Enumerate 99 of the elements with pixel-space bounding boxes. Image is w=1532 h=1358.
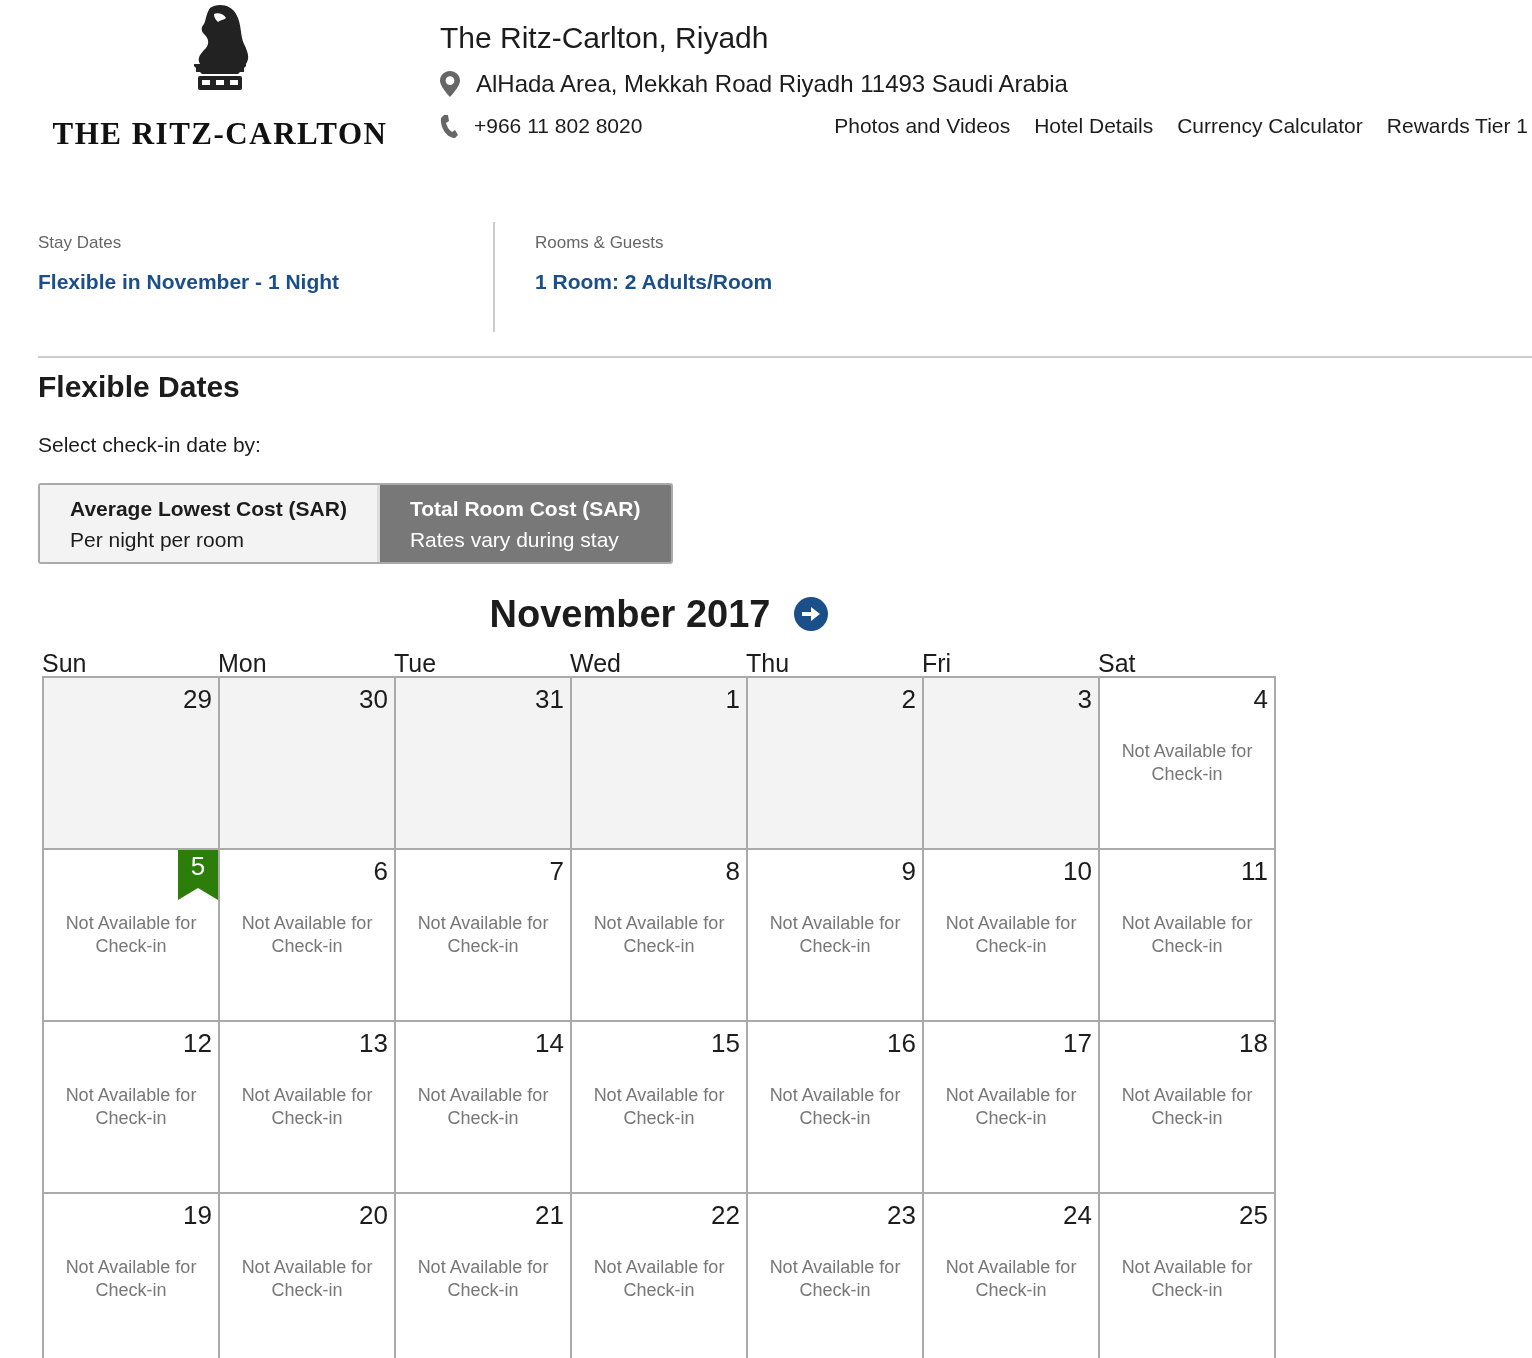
day-number: 30: [359, 683, 388, 715]
phone-icon: [440, 113, 458, 138]
availability-text: Not Available for Check-in: [944, 1083, 1078, 1130]
calendar-day-cell[interactable]: 9 Not Available for Check-in: [748, 849, 924, 1022]
calendar-day-cell[interactable]: 31: [396, 677, 572, 850]
availability-text: Not Available for Check-in: [768, 911, 902, 958]
day-number: 15: [711, 1027, 740, 1059]
availability-text: Not Available for Check-in: [592, 1255, 726, 1302]
field-label: Stay Dates: [38, 232, 123, 254]
logo-wordmark: THE RITZ-CARLTON: [52, 118, 388, 149]
day-number: 12: [183, 1027, 212, 1059]
calendar-day-cell[interactable]: 14 Not Available for Check-in: [396, 1021, 572, 1194]
weekday-label: Sat: [1098, 647, 1137, 676]
day-number: 17: [1063, 1027, 1092, 1059]
hotel-address: AlHada Area, Mekkah Road Riyadh 11493 Saudi Arabia: [476, 69, 1068, 99]
weekday-label: Fri: [922, 647, 953, 676]
hotel-phone: +966 11 802 8020: [474, 113, 643, 139]
availability-text: Not Available for Check-in: [944, 1255, 1078, 1302]
calendar-day-cell[interactable]: 4 Not Available for Check-in: [1100, 677, 1276, 850]
calendar-day-cell[interactable]: 18 Not Available for Check-in: [1100, 1021, 1276, 1194]
field-label: Rooms & Guests: [535, 232, 665, 254]
day-number: 18: [1239, 1027, 1268, 1059]
day-number: 19: [183, 1199, 212, 1231]
field-value-link[interactable]: 1 Room: 2 Adults/Room: [535, 265, 773, 297]
calendar-day-cell[interactable]: 2: [748, 677, 924, 850]
calendar-day-cell[interactable]: 7 Not Available for Check-in: [396, 849, 572, 1022]
location-pin-icon: [440, 71, 460, 97]
calendar-day-cell[interactable]: 16 Not Available for Check-in: [748, 1021, 924, 1194]
day-number: 21: [535, 1199, 564, 1231]
day-number: 4: [1253, 683, 1268, 715]
availability-text: Not Available for Check-in: [64, 1255, 198, 1302]
weekday-label: Tue: [394, 647, 438, 676]
day-number: 23: [887, 1199, 916, 1231]
day-number: 7: [549, 855, 564, 887]
hotel-name: The Ritz-Carlton, Riyadh: [440, 20, 770, 56]
availability-text: Not Available for Check-in: [592, 1083, 726, 1130]
day-number: 14: [535, 1027, 564, 1059]
calendar-day-cell[interactable]: 6 Not Available for Check-in: [220, 849, 396, 1022]
calendar-day-cell[interactable]: 11 Not Available for Check-in: [1100, 849, 1276, 1022]
weekday-label: Sun: [42, 647, 88, 676]
calendar-day-cell[interactable]: 15 Not Available for Check-in: [572, 1021, 748, 1194]
availability-text: Not Available for Check-in: [1120, 1083, 1254, 1130]
calendar-day-cell[interactable]: 13 Not Available for Check-in: [220, 1021, 396, 1194]
availability-text: Not Available for Check-in: [240, 1255, 374, 1302]
cost-toggle-option[interactable]: Total Room Cost (SAR) Rates vary during stay: [376, 484, 671, 562]
calendar-day-cell[interactable]: 8 Not Available for Check-in: [572, 849, 748, 1022]
availability-text: Not Available for Check-in: [240, 911, 374, 958]
day-number: 25: [1239, 1199, 1268, 1231]
month-title: November 2017: [489, 591, 771, 637]
nav-link[interactable]: Photos and Videos: [834, 110, 1011, 142]
day-number: 22: [711, 1199, 740, 1231]
day-number: 3: [1077, 683, 1092, 715]
field-value-link[interactable]: Flexible in November - 1 Night: [38, 265, 340, 297]
day-number: 2: [901, 683, 916, 715]
calendar-day-cell[interactable]: 29: [44, 677, 220, 850]
calendar-day-cell[interactable]: 1: [572, 677, 748, 850]
availability-text: Not Available for Check-in: [944, 911, 1078, 958]
calendar-day-cell[interactable]: 30: [220, 677, 396, 850]
calendar-day-cell[interactable]: 17 Not Available for Check-in: [924, 1021, 1100, 1194]
availability-text: Not Available for Check-in: [1120, 1255, 1254, 1302]
calendar-day-cell[interactable]: 5 Not Available for Check-in: [44, 849, 220, 1022]
day-number: 29: [183, 683, 212, 715]
weekday-label: Thu: [746, 647, 791, 676]
nav-link[interactable]: Hotel Details: [1034, 110, 1154, 142]
availability-text: Not Available for Check-in: [768, 1083, 902, 1130]
day-number: 11: [1241, 855, 1268, 887]
availability-text: Not Available for Check-in: [416, 1255, 550, 1302]
nav-link[interactable]: Currency Calculator: [1177, 110, 1363, 142]
availability-text: Not Available for Check-in: [416, 1083, 550, 1130]
calendar-day-cell[interactable]: 12 Not Available for Check-in: [44, 1021, 220, 1194]
weekday-label: Mon: [218, 647, 268, 676]
day-number: 10: [1063, 855, 1092, 887]
day-number: 20: [359, 1199, 388, 1231]
availability-text: Not Available for Check-in: [1120, 739, 1254, 786]
instruction-text: Select check-in date by:: [38, 432, 262, 458]
day-number: 16: [887, 1027, 916, 1059]
day-number: 6: [373, 855, 388, 887]
day-number: 1: [725, 683, 740, 715]
day-number: 9: [901, 855, 916, 887]
calendar-day-cell[interactable]: 10 Not Available for Check-in: [924, 849, 1100, 1022]
day-number: 24: [1063, 1199, 1092, 1231]
calendar-day-cell[interactable]: 3: [924, 677, 1100, 850]
day-number: 8: [725, 855, 740, 887]
availability-text: Not Available for Check-in: [592, 911, 726, 958]
next-month-button[interactable]: [794, 597, 829, 631]
cost-toggle-option[interactable]: Average Lowest Cost (SAR) Per night per room: [40, 484, 377, 562]
section-heading: Flexible Dates: [38, 369, 241, 405]
availability-text: Not Available for Check-in: [240, 1083, 374, 1130]
availability-text: Not Available for Check-in: [64, 911, 198, 958]
arrow-right-icon: [802, 606, 821, 622]
availability-text: Not Available for Check-in: [64, 1083, 198, 1130]
day-number: 13: [359, 1027, 388, 1059]
nav-link[interactable]: Rewards Tier 1: [1386, 110, 1528, 142]
day-number: 31: [535, 683, 564, 715]
today-date-flag: 5: [178, 849, 218, 900]
availability-text: Not Available for Check-in: [768, 1255, 902, 1302]
availability-text: Not Available for Check-in: [1120, 911, 1254, 958]
availability-text: Not Available for Check-in: [416, 911, 550, 958]
weekday-label: Wed: [570, 647, 622, 676]
